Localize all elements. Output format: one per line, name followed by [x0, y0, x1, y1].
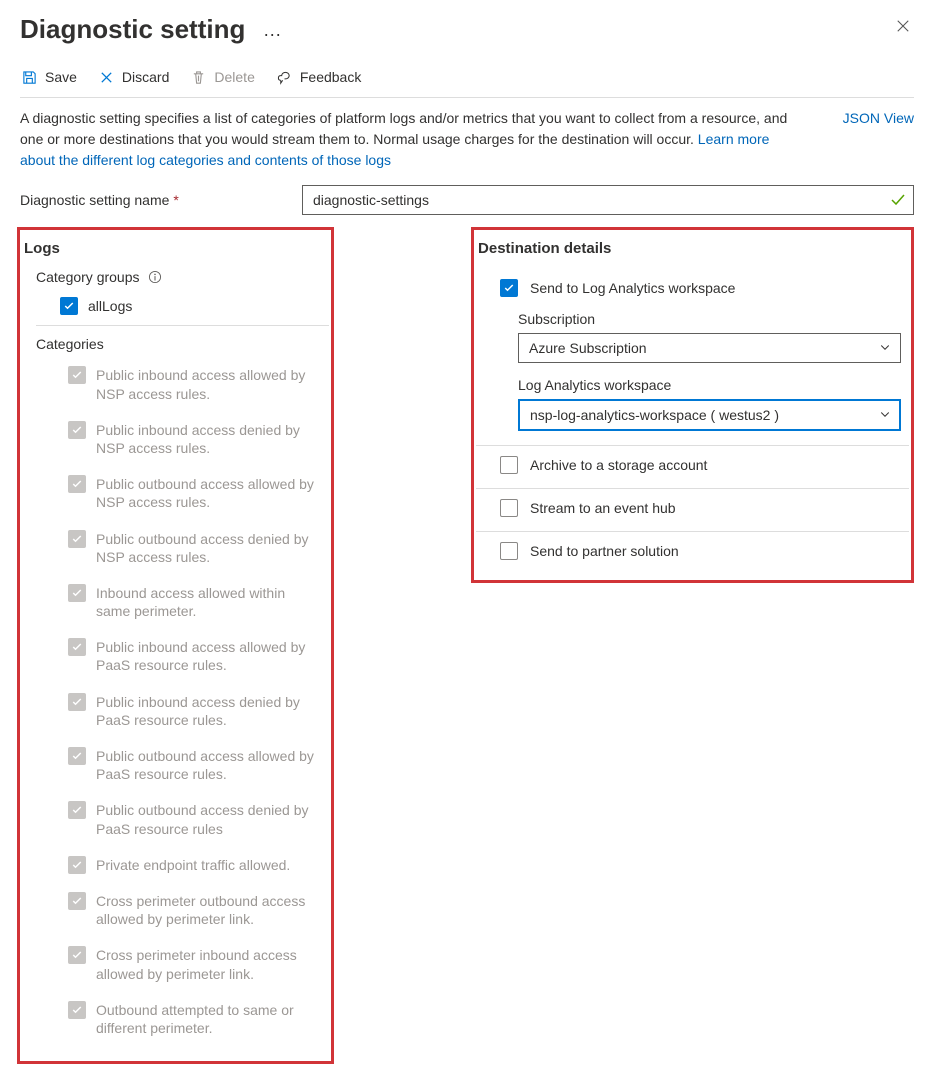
category-checkbox — [68, 366, 86, 384]
delete-label: Delete — [214, 69, 254, 85]
category-checkbox — [68, 421, 86, 439]
category-checkbox — [68, 801, 86, 819]
category-row: Public outbound access allowed by NSP ac… — [68, 475, 323, 511]
toolbar: Save Discard Delete Feedback — [20, 63, 914, 98]
category-row: Public outbound access allowed by PaaS r… — [68, 747, 323, 783]
destination-title: Destination details — [478, 240, 909, 257]
delete-button: Delete — [191, 69, 254, 85]
log-analytics-label: Send to Log Analytics workspace — [530, 280, 735, 296]
category-label: Public outbound access allowed by PaaS r… — [96, 747, 323, 783]
info-icon[interactable] — [148, 270, 162, 284]
category-row: Public outbound access denied by NSP acc… — [68, 530, 323, 566]
chevron-down-icon — [879, 407, 891, 423]
category-row: Inbound access allowed within same perim… — [68, 584, 323, 620]
category-label: Private endpoint traffic allowed. — [96, 856, 323, 874]
feedback-label: Feedback — [300, 69, 361, 85]
category-row: Cross perimeter outbound access allowed … — [68, 892, 323, 928]
workspace-label: Log Analytics workspace — [518, 377, 901, 393]
category-label: Cross perimeter inbound access allowed b… — [96, 946, 323, 982]
chevron-down-icon — [879, 340, 891, 356]
category-checkbox — [68, 747, 86, 765]
storage-checkbox[interactable] — [500, 456, 518, 474]
category-label: Public outbound access allowed by NSP ac… — [96, 475, 323, 511]
category-checkbox — [68, 584, 86, 602]
category-checkbox — [68, 638, 86, 656]
category-checkbox — [68, 946, 86, 964]
partner-checkbox[interactable] — [500, 542, 518, 560]
alllogs-row: allLogs — [60, 297, 323, 315]
category-row: Public outbound access denied by PaaS re… — [68, 801, 323, 837]
discard-label: Discard — [122, 69, 169, 85]
page-title: Diagnostic setting — [20, 14, 245, 44]
destination-panel: Destination details Send to Log Analytic… — [471, 227, 914, 583]
category-checkbox — [68, 475, 86, 493]
category-row: Private endpoint traffic allowed. — [68, 856, 323, 874]
category-row: Public inbound access denied by NSP acce… — [68, 421, 323, 457]
feedback-button[interactable]: Feedback — [277, 69, 361, 85]
close-icon[interactable] — [892, 14, 914, 40]
category-label: Inbound access allowed within same perim… — [96, 584, 323, 620]
alllogs-label: allLogs — [88, 297, 323, 315]
save-label: Save — [45, 69, 77, 85]
json-view-link[interactable]: JSON View — [843, 108, 914, 126]
logs-panel: Logs Category groups allLogs Categories … — [17, 227, 334, 1064]
category-label: Public outbound access denied by NSP acc… — [96, 530, 323, 566]
category-checkbox — [68, 530, 86, 548]
category-checkbox — [68, 856, 86, 874]
log-analytics-checkbox[interactable] — [500, 279, 518, 297]
alllogs-checkbox[interactable] — [60, 297, 78, 315]
discard-button[interactable]: Discard — [99, 69, 169, 85]
setting-name-input[interactable] — [302, 185, 914, 215]
partner-label: Send to partner solution — [530, 543, 679, 559]
category-row: Public inbound access denied by PaaS res… — [68, 693, 323, 729]
category-label: Public inbound access denied by PaaS res… — [96, 693, 323, 729]
category-checkbox — [68, 1001, 86, 1019]
category-row: Public inbound access allowed by NSP acc… — [68, 366, 323, 402]
category-label: Outbound attempted to same or different … — [96, 1001, 323, 1037]
eventhub-checkbox[interactable] — [500, 499, 518, 517]
category-label: Public inbound access allowed by NSP acc… — [96, 366, 323, 402]
categories-heading: Categories — [36, 336, 329, 352]
logs-title: Logs — [24, 240, 329, 257]
subscription-select[interactable]: Azure Subscription — [518, 333, 901, 363]
category-label: Public outbound access denied by PaaS re… — [96, 801, 323, 837]
category-groups-heading: Category groups — [36, 269, 329, 285]
eventhub-label: Stream to an event hub — [530, 500, 676, 516]
category-checkbox — [68, 892, 86, 910]
setting-name-label: Diagnostic setting name* — [20, 192, 290, 208]
workspace-select[interactable]: nsp-log-analytics-workspace ( westus2 ) — [518, 399, 901, 431]
subscription-label: Subscription — [518, 311, 901, 327]
category-row: Public inbound access allowed by PaaS re… — [68, 638, 323, 674]
save-button[interactable]: Save — [22, 69, 77, 85]
category-checkbox — [68, 693, 86, 711]
category-label: Public inbound access allowed by PaaS re… — [96, 638, 323, 674]
category-label: Cross perimeter outbound access allowed … — [96, 892, 323, 928]
description-text: A diagnostic setting specifies a list of… — [20, 108, 803, 171]
more-icon[interactable]: ··· — [263, 24, 281, 44]
valid-check-icon — [890, 192, 906, 208]
category-label: Public inbound access denied by NSP acce… — [96, 421, 323, 457]
category-row: Cross perimeter inbound access allowed b… — [68, 946, 323, 982]
storage-label: Archive to a storage account — [530, 457, 707, 473]
category-row: Outbound attempted to same or different … — [68, 1001, 323, 1037]
